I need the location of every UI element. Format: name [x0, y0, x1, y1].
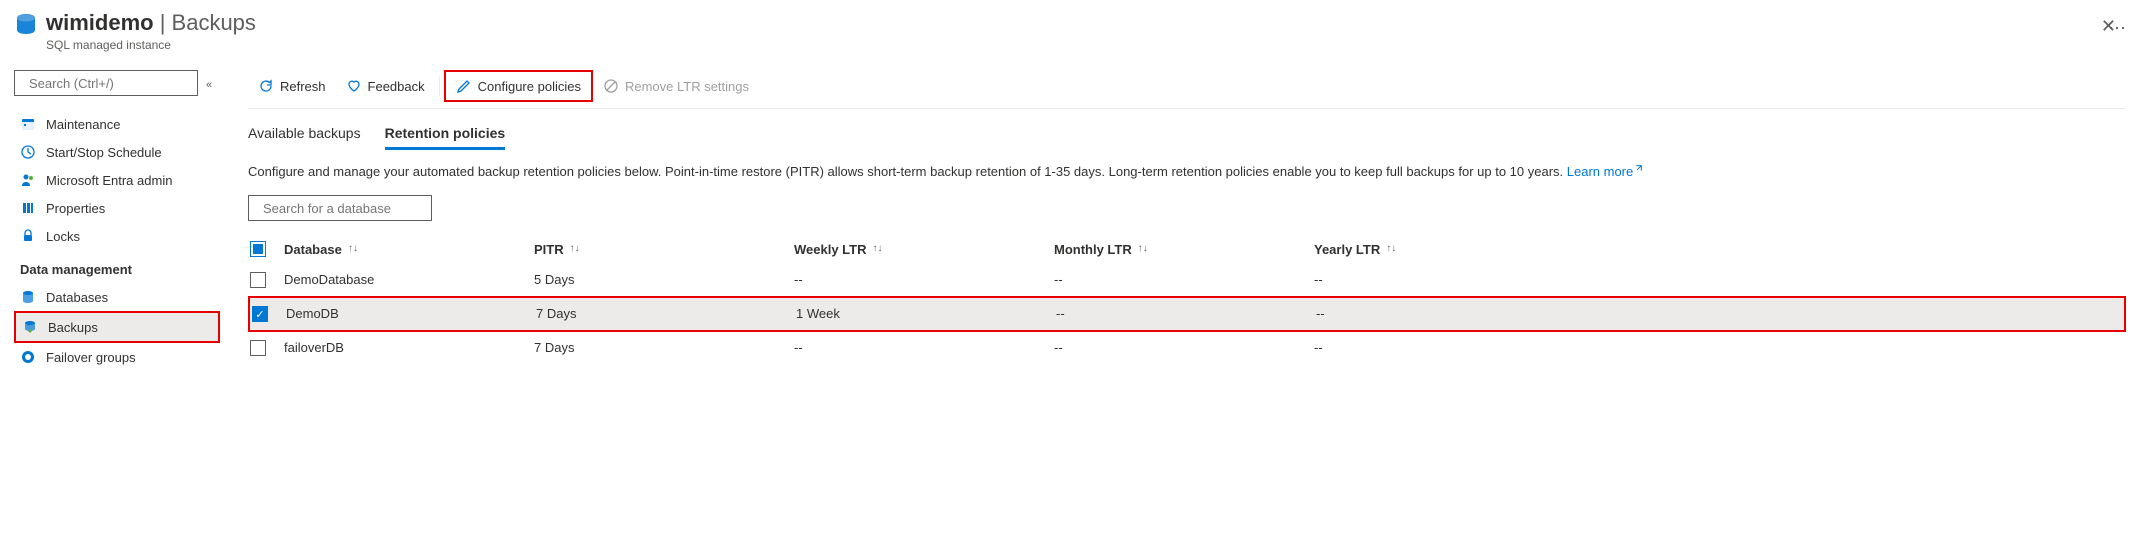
- remove-ltr-button: Remove LTR settings: [593, 72, 759, 100]
- database-search-input[interactable]: [263, 201, 439, 216]
- cell-monthly: --: [1056, 306, 1316, 322]
- sidebar-label: Locks: [46, 229, 80, 244]
- pencil-icon: [456, 78, 472, 94]
- properties-icon: [20, 200, 36, 216]
- sidebar-item-databases[interactable]: Databases: [14, 283, 220, 311]
- sidebar-item-entra-admin[interactable]: Microsoft Entra admin: [14, 166, 220, 194]
- tab-retention-policies[interactable]: Retention policies: [385, 119, 506, 150]
- sidebar-search[interactable]: [14, 70, 198, 96]
- cell-weekly: --: [794, 272, 1054, 288]
- cell-yearly: --: [1314, 340, 2126, 356]
- lock-icon: [20, 228, 36, 244]
- sort-icon: ↑↓: [348, 245, 358, 253]
- heart-icon: [346, 78, 362, 94]
- sidebar-label: Microsoft Entra admin: [46, 173, 172, 188]
- column-weekly[interactable]: Weekly LTR ↑↓: [794, 241, 1054, 257]
- cell-pitr: 7 Days: [534, 340, 794, 356]
- clock-icon: [20, 144, 36, 160]
- tab-available-backups[interactable]: Available backups: [248, 119, 361, 150]
- cell-monthly: --: [1054, 272, 1314, 288]
- refresh-button[interactable]: Refresh: [248, 72, 336, 100]
- row-checkbox[interactable]: ✓: [252, 306, 268, 322]
- sidebar-label: Databases: [46, 290, 108, 305]
- cell-pitr: 7 Days: [536, 306, 796, 322]
- sidebar-item-properties[interactable]: Properties: [14, 194, 220, 222]
- cell-pitr: 5 Days: [534, 272, 794, 288]
- cell-yearly: --: [1314, 272, 2126, 288]
- sql-instance-icon: [14, 12, 38, 36]
- description-text: Configure and manage your automated back…: [248, 164, 2126, 179]
- cell-weekly: 1 Week: [796, 306, 1056, 322]
- table-header: Database ↑↓ PITR ↑↓ Weekly LTR ↑↓ Monthl…: [248, 235, 2126, 264]
- sidebar-item-backups[interactable]: Backups: [14, 311, 220, 343]
- cell-database: failoverDB: [284, 340, 534, 356]
- column-monthly[interactable]: Monthly LTR ↑↓: [1054, 241, 1314, 257]
- row-checkbox[interactable]: [250, 272, 266, 288]
- table-row[interactable]: failoverDB 7 Days -- -- --: [248, 332, 2126, 364]
- sort-icon: ↑↓: [1386, 245, 1396, 253]
- sidebar-label: Backups: [48, 320, 98, 335]
- sidebar-label: Properties: [46, 201, 105, 216]
- cell-weekly: --: [794, 340, 1054, 356]
- backup-icon: [22, 319, 38, 335]
- sidebar-label: Failover groups: [46, 350, 136, 365]
- sidebar-label: Maintenance: [46, 117, 120, 132]
- column-database[interactable]: Database ↑↓: [284, 241, 534, 257]
- sidebar-item-failover-groups[interactable]: Failover groups: [14, 343, 220, 371]
- cell-monthly: --: [1054, 340, 1314, 356]
- table-row[interactable]: DemoDatabase 5 Days -- -- --: [248, 264, 2126, 296]
- refresh-icon: [258, 78, 274, 94]
- database-search[interactable]: [248, 195, 432, 221]
- calendar-icon: [20, 116, 36, 132]
- database-icon: [20, 289, 36, 305]
- sort-icon: ↑↓: [1138, 245, 1148, 253]
- prohibit-icon: [603, 78, 619, 94]
- sidebar-item-locks[interactable]: Locks: [14, 222, 220, 250]
- sort-icon: ↑↓: [570, 245, 580, 253]
- column-pitr[interactable]: PITR ↑↓: [534, 241, 794, 257]
- learn-more-link[interactable]: Learn more: [1567, 164, 1643, 179]
- cell-database: DemoDatabase: [284, 272, 534, 288]
- toolbar-divider: [439, 76, 440, 96]
- sidebar-label: Start/Stop Schedule: [46, 145, 162, 160]
- external-link-icon: [1633, 164, 1643, 174]
- sidebar-section-data-management: Data management: [14, 250, 230, 283]
- user-admin-icon: [20, 172, 36, 188]
- retention-table: Database ↑↓ PITR ↑↓ Weekly LTR ↑↓ Monthl…: [248, 235, 2126, 364]
- table-row[interactable]: ✓ DemoDB 7 Days 1 Week -- --: [248, 296, 2126, 332]
- sort-icon: ↑↓: [872, 245, 882, 253]
- configure-policies-button[interactable]: Configure policies: [444, 70, 593, 102]
- column-yearly[interactable]: Yearly LTR ↑↓: [1314, 241, 2126, 257]
- sidebar-item-schedule[interactable]: Start/Stop Schedule: [14, 138, 220, 166]
- toolbar: Refresh Feedback Configure policies Remo…: [248, 70, 2126, 109]
- collapse-sidebar-button[interactable]: «: [206, 75, 212, 91]
- failover-icon: [20, 349, 36, 365]
- row-checkbox[interactable]: [250, 340, 266, 356]
- cell-yearly: --: [1316, 306, 2124, 322]
- select-all-checkbox[interactable]: [250, 241, 266, 257]
- sidebar-item-maintenance[interactable]: Maintenance: [14, 110, 220, 138]
- tabs: Available backups Retention policies: [248, 119, 2126, 150]
- cell-database: DemoDB: [286, 306, 536, 322]
- feedback-button[interactable]: Feedback: [336, 72, 435, 100]
- sidebar-search-input[interactable]: [29, 76, 205, 91]
